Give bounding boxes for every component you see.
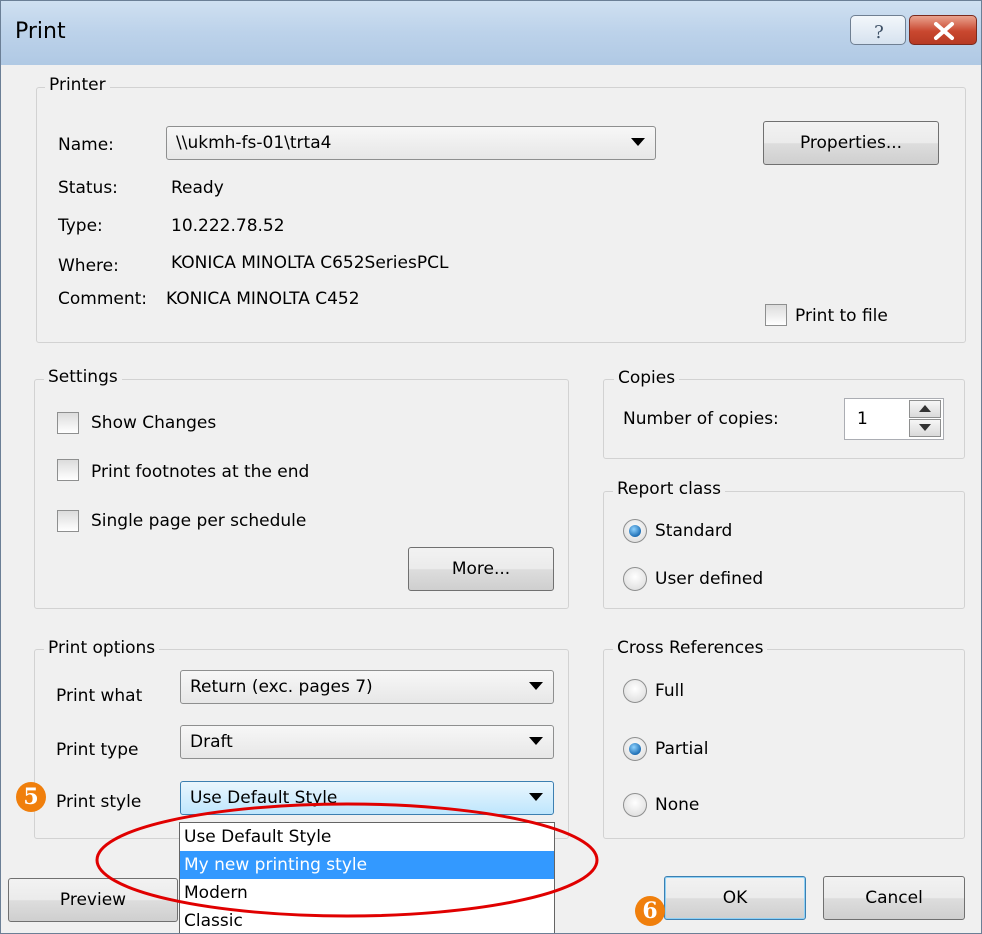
step-5-marker: 5 (16, 782, 46, 812)
step-6-marker: 6 (635, 896, 665, 926)
print-dialog: Print ? Printer Name: \\ukmh-fs-01\trta4… (0, 0, 982, 934)
highlight-ellipse-annotation (95, 802, 599, 918)
